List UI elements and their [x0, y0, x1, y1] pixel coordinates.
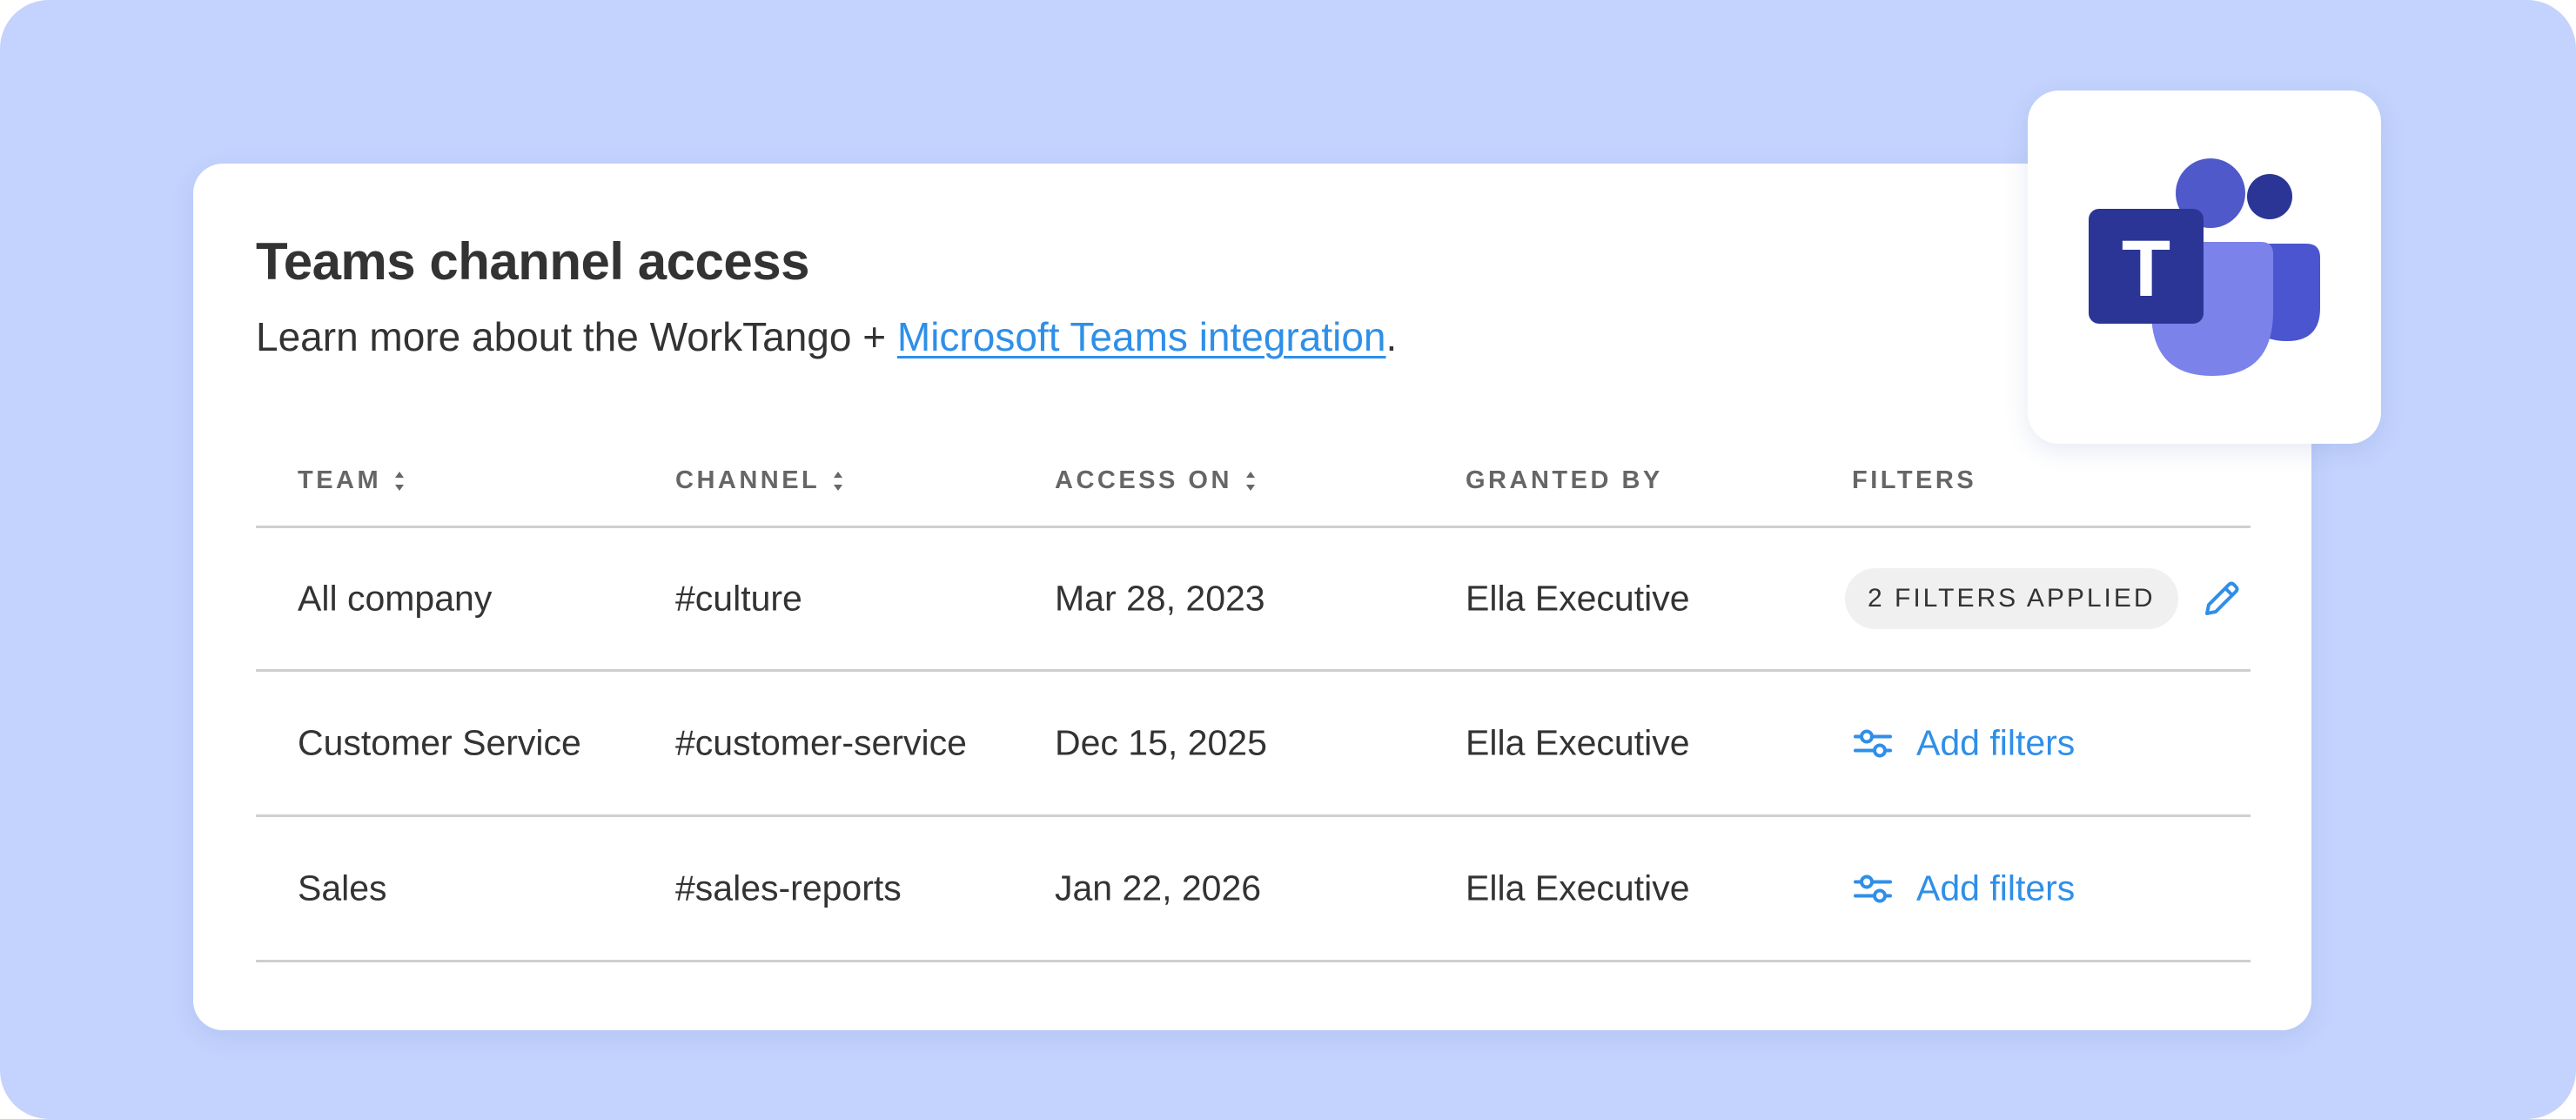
- column-header-team-label: TEAM: [298, 466, 382, 494]
- access-on-cell: Jan 22, 2026: [1055, 868, 1262, 908]
- column-header-granted-by-label: GRANTED BY: [1466, 466, 1663, 494]
- filters-cell: Add filters: [1845, 723, 2075, 764]
- team-cell: Sales: [298, 868, 387, 908]
- granted-by-cell: Ella Executive: [1466, 578, 1690, 619]
- column-header-team[interactable]: TEAM: [298, 466, 406, 495]
- sort-icon: [834, 471, 843, 491]
- column-header-granted-by: GRANTED BY: [1466, 466, 1663, 495]
- page-subtitle: Learn more about the WorkTango + Microso…: [256, 313, 1397, 360]
- filters-applied-badge: 2 FILTERS APPLIED: [1845, 568, 2178, 629]
- page-background: Teams channel access Learn more about th…: [0, 0, 2576, 1119]
- team-cell: Customer Service: [298, 722, 581, 763]
- table-row: Customer Service #customer-service Dec 1…: [256, 672, 2251, 817]
- add-filters-label: Add filters: [1916, 722, 2076, 763]
- column-header-access-on-label: ACCESS ON: [1055, 466, 1232, 494]
- sliders-icon: [1854, 874, 1892, 902]
- add-filters-label: Add filters: [1916, 868, 2076, 908]
- column-header-filters: FILTERS: [1852, 466, 1976, 495]
- column-header-access-on[interactable]: ACCESS ON: [1055, 466, 1257, 495]
- channel-cell: #sales-reports: [675, 868, 902, 908]
- filters-cell: Add filters: [1845, 868, 2075, 909]
- subtitle-period: .: [1385, 314, 1398, 359]
- channel-access-table: TEAM CHANNEL ACCESS ON GRANTED BY FILTER…: [256, 435, 2251, 962]
- sort-icon: [395, 471, 405, 491]
- microsoft-teams-logo-tile: T: [2028, 90, 2381, 444]
- page-title: Teams channel access: [256, 232, 809, 291]
- column-header-channel[interactable]: CHANNEL: [675, 466, 844, 495]
- column-header-channel-label: CHANNEL: [675, 466, 821, 494]
- add-filters-button[interactable]: Add filters: [1854, 868, 2075, 909]
- sort-icon: [1245, 471, 1255, 491]
- granted-by-cell: Ella Executive: [1466, 722, 1690, 763]
- table-row: Sales #sales-reports Jan 22, 2026 Ella E…: [256, 817, 2251, 962]
- access-on-cell: Dec 15, 2025: [1055, 722, 1267, 763]
- granted-by-cell: Ella Executive: [1466, 868, 1690, 908]
- microsoft-teams-logo-icon: T: [2089, 158, 2320, 376]
- sliders-icon: [1854, 729, 1892, 757]
- table-row: All company #culture Mar 28, 2023 Ella E…: [256, 528, 2251, 672]
- teams-logo-letter: T: [2122, 224, 2170, 313]
- teams-channel-access-card: Teams channel access Learn more about th…: [193, 164, 2311, 1030]
- add-filters-button[interactable]: Add filters: [1854, 723, 2075, 764]
- filters-cell: 2 FILTERS APPLIED: [1845, 568, 2244, 629]
- channel-cell: #culture: [675, 578, 802, 619]
- access-on-cell: Mar 28, 2023: [1055, 578, 1265, 619]
- team-cell: All company: [298, 578, 493, 619]
- column-header-filters-label: FILTERS: [1852, 466, 1977, 494]
- table-header: TEAM CHANNEL ACCESS ON GRANTED BY FILTER…: [256, 435, 2251, 528]
- channel-cell: #customer-service: [675, 722, 967, 763]
- subtitle-text: Learn more about the WorkTango +: [256, 314, 897, 359]
- pencil-edit-icon[interactable]: [2199, 576, 2244, 621]
- teams-integration-link[interactable]: Microsoft Teams integration: [897, 314, 1386, 359]
